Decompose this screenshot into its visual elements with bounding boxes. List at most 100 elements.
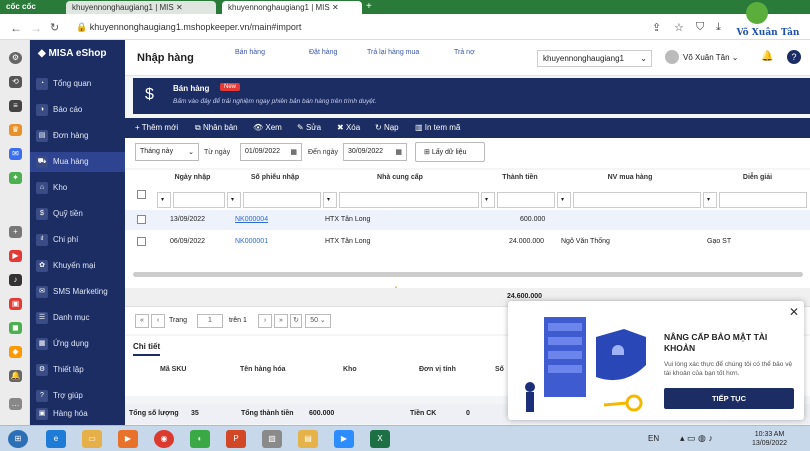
notes-icon[interactable]: ≡ xyxy=(9,100,22,112)
cell-voucher-link[interactable]: NK000004 xyxy=(235,216,268,223)
tab-detail[interactable]: Chi tiết xyxy=(133,342,161,356)
zoom-icon[interactable]: ▶ xyxy=(334,430,354,448)
edit-button[interactable]: ✎ Sửa xyxy=(297,123,321,132)
app-logo[interactable]: ◆ MISA eShop xyxy=(38,48,106,59)
select-all-checkbox[interactable] xyxy=(137,190,146,199)
shield-icon[interactable]: ⛉ xyxy=(696,21,704,34)
ie-icon[interactable]: e xyxy=(46,430,66,448)
delete-button[interactable]: ✖ Xóa xyxy=(337,123,360,132)
prev-page-button[interactable]: ‹ xyxy=(151,314,165,328)
quick-tab-orders[interactable]: Đặt hàng xyxy=(309,49,337,56)
quick-tab-purchase-returns[interactable]: Trả lại hàng mua xyxy=(367,49,419,56)
row-checkbox[interactable] xyxy=(137,215,146,224)
sidebar-item-cash[interactable]: $ Quỹ tiền xyxy=(30,204,125,224)
filter-operator[interactable]: ▾ xyxy=(323,192,337,208)
share-icon[interactable]: ⇪ xyxy=(652,21,661,34)
first-page-button[interactable]: « xyxy=(135,314,149,328)
app-icon[interactable]: ◼ xyxy=(9,322,22,334)
forward-icon[interactable]: → xyxy=(30,21,42,35)
quick-tab-sales[interactable]: Bán hàng xyxy=(235,49,265,56)
sidebar-item-reports[interactable]: ◑ Báo cáo xyxy=(30,100,125,120)
cell-voucher-link[interactable]: NK000001 xyxy=(235,238,268,245)
browser-tab-1[interactable]: khuyennonghaugiang1 | MIS ✕ xyxy=(66,1,216,14)
chrome-icon[interactable]: ◉ xyxy=(154,430,174,448)
sidebar-item-products[interactable]: ▣ Hàng hóa xyxy=(30,404,125,424)
language-indicator[interactable]: EN xyxy=(648,434,659,443)
back-icon[interactable]: ← xyxy=(10,21,22,35)
shop-icon[interactable]: ▣ xyxy=(9,298,22,310)
sidebar-item-promotions[interactable]: ✿ Khuyến mại xyxy=(30,256,125,276)
table-row[interactable]: 13/09/2022 NK000004 HTX Tân Long 600.000 xyxy=(125,210,810,230)
add-icon[interactable]: + xyxy=(9,226,22,238)
filter-description[interactable] xyxy=(719,192,807,208)
filter-voucher[interactable] xyxy=(243,192,321,208)
close-icon[interactable]: ✕ xyxy=(789,305,799,319)
filter-operator[interactable]: ▾ xyxy=(703,192,717,208)
excel-icon[interactable]: X xyxy=(370,430,390,448)
bell-icon[interactable]: 🔔 xyxy=(9,370,22,382)
start-button[interactable]: ⊞ xyxy=(8,430,28,448)
sidebar-item-overview[interactable]: ◔ Tổng quan xyxy=(30,74,125,94)
download-icon[interactable]: ⤓ xyxy=(716,21,721,34)
coccoc-icon[interactable]: ◐ xyxy=(190,430,210,448)
duplicate-button[interactable]: ⧉ Nhân bản xyxy=(195,123,238,133)
media-player-icon[interactable]: ▶ xyxy=(118,430,138,448)
filter-date[interactable] xyxy=(173,192,225,208)
sidebar-item-orders[interactable]: ▤ Đơn hàng xyxy=(30,126,125,146)
sidebar-item-warehouse[interactable]: ⌂ Kho xyxy=(30,178,125,198)
clock[interactable]: 10:33 AM 13/09/2022 xyxy=(752,430,787,448)
youtube-icon[interactable]: ▶ xyxy=(9,250,22,262)
filter-supplier[interactable] xyxy=(339,192,479,208)
sidebar-item-sms[interactable]: ✉ SMS Marketing xyxy=(30,282,125,302)
view-button[interactable]: 👁 Xem xyxy=(253,123,282,132)
sidebar-item-settings[interactable]: ⚙ Thiết lập xyxy=(30,360,125,380)
page-size-select[interactable]: 50 ⌄ xyxy=(305,314,331,328)
page-input[interactable]: 1 xyxy=(197,314,223,328)
tiktok-icon[interactable]: ♪ xyxy=(9,274,22,286)
from-date-input[interactable]: 01/09/2022 ▦ xyxy=(240,143,302,161)
add-new-button[interactable]: + Thêm mới xyxy=(135,123,178,132)
sidebar-item-catalog[interactable]: ☰ Danh mục xyxy=(30,308,125,328)
user-menu[interactable]: Võ Xuân Tân ⌄ xyxy=(683,53,739,62)
notes-icon[interactable]: ▤ xyxy=(298,430,318,448)
filter-operator[interactable]: ▾ xyxy=(481,192,495,208)
reload-icon[interactable]: ↻ xyxy=(50,21,59,34)
history-icon[interactable]: ⟲ xyxy=(9,76,22,88)
filter-buyer[interactable] xyxy=(573,192,701,208)
print-label-button[interactable]: ▥ In tem mã xyxy=(415,123,460,132)
fetch-data-button[interactable]: ⊞ Lấy dữ liệu xyxy=(415,142,485,162)
refresh-icon[interactable]: ↻ xyxy=(290,314,302,328)
filter-amount[interactable] xyxy=(497,192,555,208)
store-select[interactable]: khuyennonghaugiang1 ⌄ xyxy=(537,50,652,67)
powerpoint-icon[interactable]: P xyxy=(226,430,246,448)
row-checkbox[interactable] xyxy=(137,237,146,246)
avatar[interactable] xyxy=(665,50,679,64)
browser-tab-2[interactable]: khuyennonghaugiang1 | MIS ✕ xyxy=(222,1,362,14)
bookmark-star-icon[interactable]: ☆ xyxy=(674,21,684,34)
to-date-input[interactable]: 30/09/2022 ▦ xyxy=(343,143,407,161)
continue-button[interactable]: TIẾP TỤC xyxy=(664,388,794,409)
quick-tab-debt[interactable]: Trả nợ xyxy=(454,49,475,56)
extension-icon[interactable]: ◆ xyxy=(9,346,22,358)
folder-icon[interactable]: ▭ xyxy=(82,430,102,448)
next-page-button[interactable]: › xyxy=(258,314,272,328)
sales-banner[interactable]: $ Bán hàng New Bấm vào đây để trải nghiệ… xyxy=(133,78,810,114)
messenger-icon[interactable]: ✉ xyxy=(9,148,22,160)
last-page-button[interactable]: » xyxy=(274,314,288,328)
sidebar-item-help[interactable]: ? Trợ giúp xyxy=(30,386,125,406)
more-icon[interactable]: … xyxy=(9,398,22,410)
sidebar-item-expenses[interactable]: ₫ Chi phí xyxy=(30,230,125,250)
game-icon[interactable]: ✦ xyxy=(9,172,22,184)
app-icon[interactable]: ▧ xyxy=(262,430,282,448)
filter-operator[interactable]: ▾ xyxy=(157,192,171,208)
sidebar-item-purchasing[interactable]: ⛟ Mua hàng xyxy=(30,152,125,172)
table-row[interactable]: 06/09/2022 NK000001 HTX Tân Long 24.000.… xyxy=(125,232,810,252)
settings-icon[interactable]: ⚙ xyxy=(9,52,22,64)
period-select[interactable]: Tháng này ⌄ xyxy=(135,143,199,161)
bell-icon[interactable]: 🔔 xyxy=(761,51,773,62)
help-icon[interactable]: ? xyxy=(787,50,801,64)
tray-icons[interactable]: ▴ ▭ ◍ ♪ xyxy=(680,433,713,444)
filter-operator[interactable]: ▾ xyxy=(227,192,241,208)
reload-button[interactable]: ↻ Nạp xyxy=(375,123,399,132)
sidebar-item-apps[interactable]: ▦ Ứng dụng xyxy=(30,334,125,354)
